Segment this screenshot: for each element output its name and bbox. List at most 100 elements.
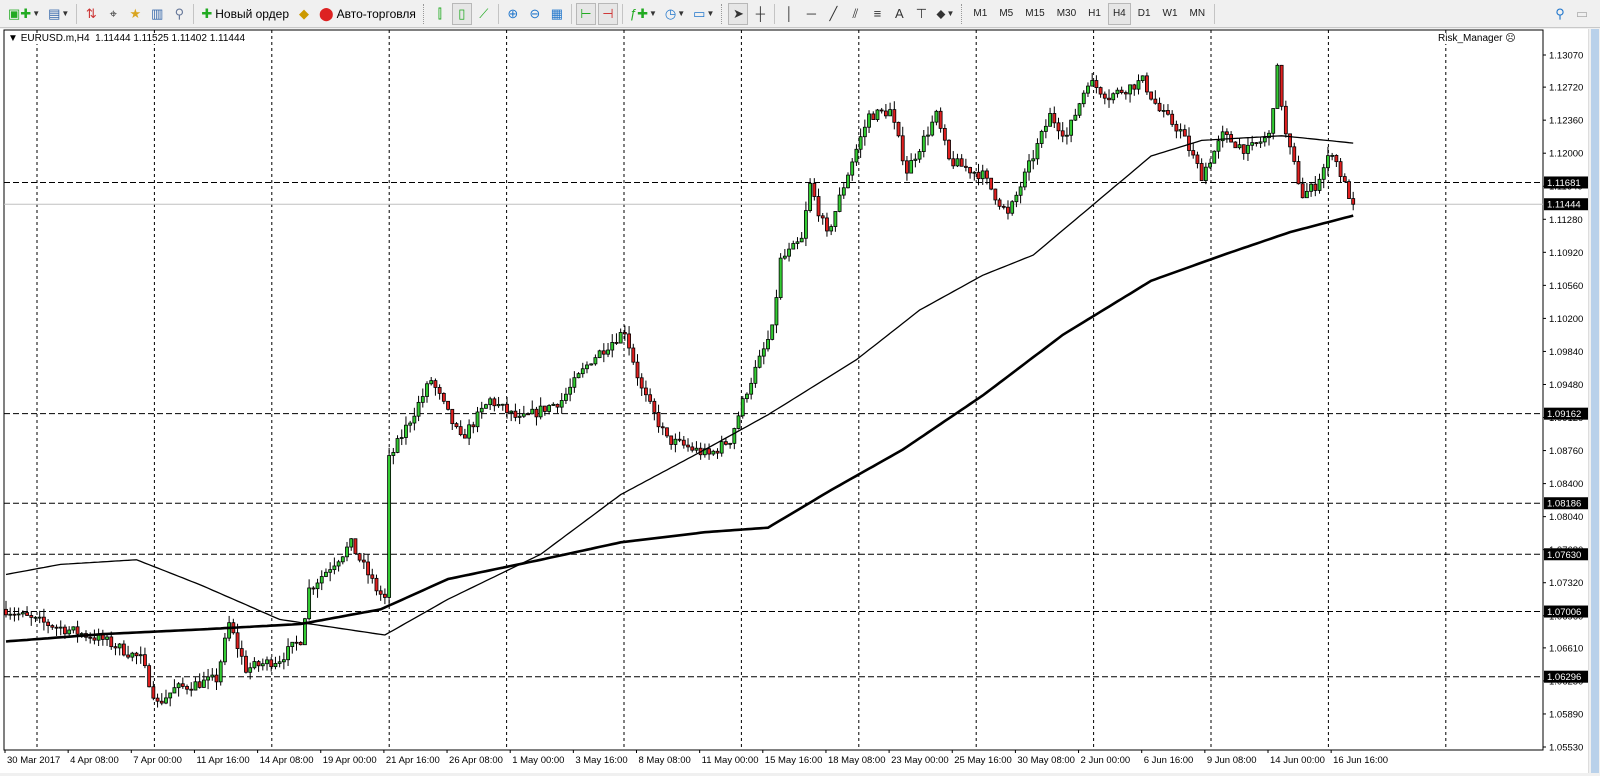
candle-bear [1102,93,1107,99]
terminal-button[interactable]: ▥ [147,3,167,25]
vertical-line-button[interactable]: │ [779,3,799,25]
candle-bear [378,590,383,595]
vertical-scrollbar[interactable] [1588,29,1600,773]
candle-bull [1317,178,1322,191]
timeframe-h4[interactable]: H4 [1107,2,1131,25]
candle-bull [71,626,76,631]
price-tick-label: 1.05530 [1549,743,1583,754]
equidistant-channel-button[interactable]: ⫽ [845,3,865,25]
timeframe-m30[interactable]: M30 [1052,3,1081,25]
data-window-button[interactable]: ⌖ [103,3,123,25]
new-chart-button[interactable]: ▣✚ ▼ [5,3,43,25]
candle-bull [324,571,328,577]
candle-bull [1073,114,1078,121]
arrows-icon: ⬥ [936,5,946,21]
timeframe-m5[interactable]: M5 [994,3,1018,25]
horizontal-line-button[interactable]: ─ [801,3,821,25]
metaeditor-button[interactable]: ◆ [294,3,314,25]
new-order-icon: ✚ [201,5,213,21]
cursor-button[interactable]: ➤ [728,2,749,25]
timeframe-w1[interactable]: W1 [1158,3,1183,25]
auto-trading-stop-icon: ⬤ [319,5,334,21]
fibonacci-button[interactable]: ≡ [867,3,887,25]
candle-bull [201,679,206,688]
candle-bear [54,626,59,629]
line-chart-button[interactable]: ⟋ [474,3,494,25]
candle-bull [517,415,522,418]
search-button[interactable]: ⚲ [1550,3,1570,25]
candle-bull [1246,144,1250,154]
candle-bear [357,553,362,561]
indicators-icon: ƒ✚ [629,5,648,21]
timeframe-d1[interactable]: D1 [1133,3,1156,25]
text-label-button[interactable]: ⊤ [911,3,931,25]
market-watch-button[interactable]: ⇅ [81,3,101,25]
candle-bear [1145,75,1149,93]
candle-bull [260,663,265,667]
arrows-button[interactable]: ⬥ ▼ [933,3,957,25]
timeframe-mn[interactable]: MN [1185,3,1211,25]
bar-chart-button[interactable]: ⫿ [430,3,450,25]
candle-bull [227,622,232,639]
candle-bull [745,393,749,400]
navigator-button[interactable]: ★ [125,3,145,25]
timeframe-m15[interactable]: M15 [1020,3,1049,25]
candle-bull [286,646,290,661]
text-button[interactable]: A [889,3,909,25]
tile-windows-button[interactable]: ▦ [547,3,567,25]
zoom-out-button[interactable]: ⊖ [525,3,545,25]
candle-bull [105,636,109,640]
candle-bull [1271,108,1276,134]
timeframe-h1[interactable]: H1 [1083,3,1106,25]
clock-icon: ◷ [664,5,677,21]
chat-button[interactable]: ▭ [1572,3,1592,25]
zoom-in-button[interactable]: ⊕ [503,3,523,25]
level-price-tag: 1.11681 [1547,178,1581,189]
crosshair-button[interactable]: ┼ [750,3,770,25]
plot-frame [3,29,1544,751]
timeframe-m1[interactable]: M1 [968,3,992,25]
candle-bull [404,424,408,438]
toolbar-grip[interactable] [961,3,964,24]
chart-shift-button[interactable]: ⊣ [597,2,618,25]
candle-bull [281,659,286,663]
candlestick-chart-button[interactable]: ▯ [451,2,472,25]
price-tick-label: 1.10560 [1549,281,1583,292]
auto-scroll-button[interactable]: ⊢ [575,2,596,25]
candle-bull [1086,85,1090,94]
profiles-button[interactable]: ▤ ▼ [45,3,72,25]
time-tick-label: 6 Jun 16:00 [1144,755,1194,766]
text-label-icon: ⊤ [915,5,928,21]
time-tick-label: 19 Apr 00:00 [323,755,377,766]
candle-bull [749,382,754,395]
toolbar-grip[interactable] [721,3,724,24]
toolbar-grip[interactable] [422,3,426,24]
candle-bull [850,161,855,176]
candle-bear [963,165,968,168]
candle-bull [854,148,859,163]
scrollbar-thumb[interactable] [1591,29,1599,773]
collapse-arrow-icon[interactable]: ▼ [8,33,21,44]
candle-bull [1048,113,1052,127]
auto-trading-button[interactable]: ⬤ Авто-торговля [316,3,419,25]
separator [774,3,776,24]
templates-button[interactable]: ▭ ▼ [690,3,717,25]
candle-bear [1279,64,1284,107]
strategy-tester-button[interactable]: ⚲ [169,3,189,25]
price-chart[interactable]: 1.130701.127201.123601.120001.116401.112… [0,29,1588,773]
indicators-button[interactable]: ƒ✚ ▼ [627,3,660,25]
candle-bull [16,613,21,616]
candle-bull [496,404,501,407]
trendline-button[interactable]: ╱ [823,3,843,25]
candle-bear [185,686,189,690]
candle-bull [841,187,846,196]
periods-button[interactable]: ◷ ▼ [662,3,688,25]
candle-bear [951,158,956,167]
new-order-button[interactable]: ✚ Новый ордер [198,3,292,25]
time-tick-label: 30 May 08:00 [1017,755,1075,766]
candle-bull [980,170,985,180]
time-tick-label: 30 Mar 2017 [7,755,60,766]
fibonacci-icon: ≡ [873,6,882,21]
chart-canvas[interactable]: 1.130701.127201.123601.120001.116401.112… [0,29,1588,773]
candle-bear [1347,181,1351,199]
